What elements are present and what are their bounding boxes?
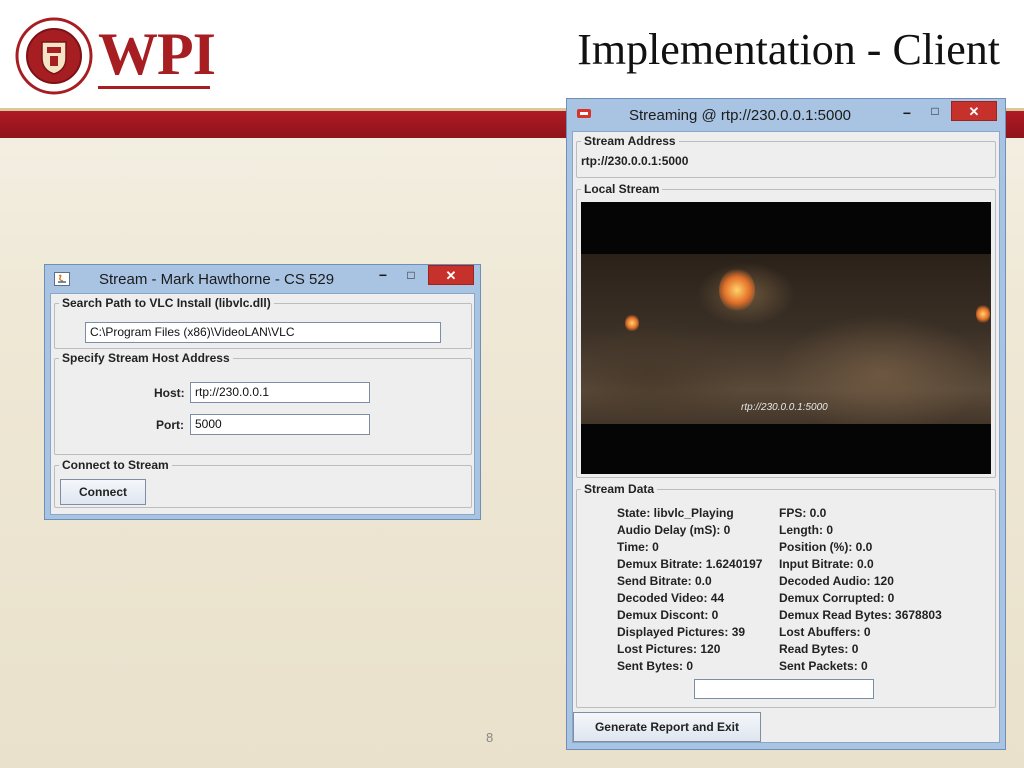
generate-report-button[interactable]: Generate Report and Exit	[573, 712, 761, 742]
stat-lost-pictures: Lost Pictures: 120	[617, 642, 721, 656]
window-content: Stream Address rtp://230.0.0.1:5000 Loca…	[572, 131, 1000, 743]
stat-length: Length: 0	[779, 523, 833, 537]
stat-position: Position (%): 0.0	[779, 540, 873, 554]
stat-demux-bitrate: Demux Bitrate: 1.6240197	[617, 557, 763, 571]
maximize-button[interactable]: □	[923, 101, 947, 121]
stream-data-right-column: FPS: 0.0 Length: 0 Position (%): 0.0 Inp…	[779, 505, 942, 675]
minimize-button[interactable]: −	[371, 265, 395, 285]
host-input[interactable]: rtp://230.0.0.1	[190, 382, 370, 403]
stat-sent-packets: Sent Packets: 0	[779, 659, 868, 673]
slide-title: Implementation - Client	[577, 25, 1000, 74]
page-number: 8	[486, 730, 494, 745]
window-title: Streaming @ rtp://230.0.0.1:5000	[629, 107, 852, 124]
stat-decoded-video: Decoded Video: 44	[617, 591, 725, 605]
host-address-group: Specify Stream Host Address	[54, 351, 472, 455]
wpi-logo-underline	[98, 86, 210, 89]
stat-time: Time: 0	[617, 540, 659, 554]
wpi-seal-icon	[15, 17, 93, 95]
stat-audio-delay: Audio Delay (mS): 0	[617, 523, 731, 537]
fire-glow-small	[976, 304, 990, 324]
stat-displayed-pictures: Displayed Pictures: 39	[617, 625, 746, 639]
stat-send-bitrate: Send Bitrate: 0.0	[617, 574, 712, 588]
stat-lost-abuffers: Lost Abuffers: 0	[779, 625, 871, 639]
connect-button[interactable]: Connect	[60, 479, 146, 505]
stat-demux-corrupted: Demux Corrupted: 0	[779, 591, 895, 605]
title-bar[interactable]: Stream - Mark Hawthorne - CS 529 − □ ✕	[45, 265, 480, 295]
stat-input-bitrate: Input Bitrate: 0.0	[779, 557, 874, 571]
maximize-button[interactable]: □	[399, 265, 423, 285]
stat-sent-bytes: Sent Bytes: 0	[617, 659, 694, 673]
local-stream-legend: Local Stream	[584, 182, 660, 196]
vlc-path-input[interactable]: C:\Program Files (x86)\VideoLAN\VLC	[85, 322, 441, 343]
video-player[interactable]: rtp://230.0.0.1:5000	[581, 202, 991, 474]
vlc-path-legend: Search Path to VLC Install (libvlc.dll)	[62, 296, 271, 310]
wpi-logo-text: WPI	[98, 21, 216, 87]
stat-state: State: libvlc_Playing	[617, 506, 734, 520]
stat-fps: FPS: 0.0	[779, 506, 827, 520]
stream-data-left-column: State: libvlc_Playing Audio Delay (mS): …	[617, 505, 762, 675]
port-input[interactable]: 5000	[190, 414, 370, 435]
stream-data-legend: Stream Data	[584, 482, 655, 496]
fire-glow-small	[625, 314, 639, 332]
port-label: Port:	[156, 418, 184, 432]
host-address-legend: Specify Stream Host Address	[62, 351, 230, 365]
connect-legend: Connect to Stream	[62, 458, 169, 472]
wpi-logo: WPI	[14, 16, 216, 96]
video-frame	[581, 254, 991, 424]
close-button[interactable]: ✕	[428, 265, 474, 285]
stream-data-text-field[interactable]	[694, 679, 874, 699]
close-button[interactable]: ✕	[951, 101, 997, 121]
stat-decoded-audio: Decoded Audio: 120	[779, 574, 894, 588]
video-overlay-text: rtp://230.0.0.1:5000	[741, 402, 828, 413]
window-title: Stream - Mark Hawthorne - CS 529	[99, 271, 335, 288]
stat-demux-read-bytes: Demux Read Bytes: 3678803	[779, 608, 942, 622]
fire-glow	[719, 268, 755, 312]
host-label: Host:	[154, 386, 185, 400]
stream-config-window: Stream - Mark Hawthorne - CS 529 − □ ✕ S…	[44, 264, 481, 520]
minimize-button[interactable]: −	[895, 103, 919, 123]
stream-address-value: rtp://230.0.0.1:5000	[581, 154, 689, 168]
app-icon	[577, 109, 591, 118]
stat-read-bytes: Read Bytes: 0	[779, 642, 859, 656]
title-bar[interactable]: Streaming @ rtp://230.0.0.1:5000 − □ ✕	[567, 99, 1005, 129]
window-content: Search Path to VLC Install (libvlc.dll) …	[50, 293, 475, 515]
stat-demux-discont: Demux Discont: 0	[617, 608, 719, 622]
stream-address-legend: Stream Address	[584, 134, 676, 148]
java-app-icon	[54, 272, 70, 286]
streaming-window: Streaming @ rtp://230.0.0.1:5000 − □ ✕ S…	[566, 98, 1006, 750]
